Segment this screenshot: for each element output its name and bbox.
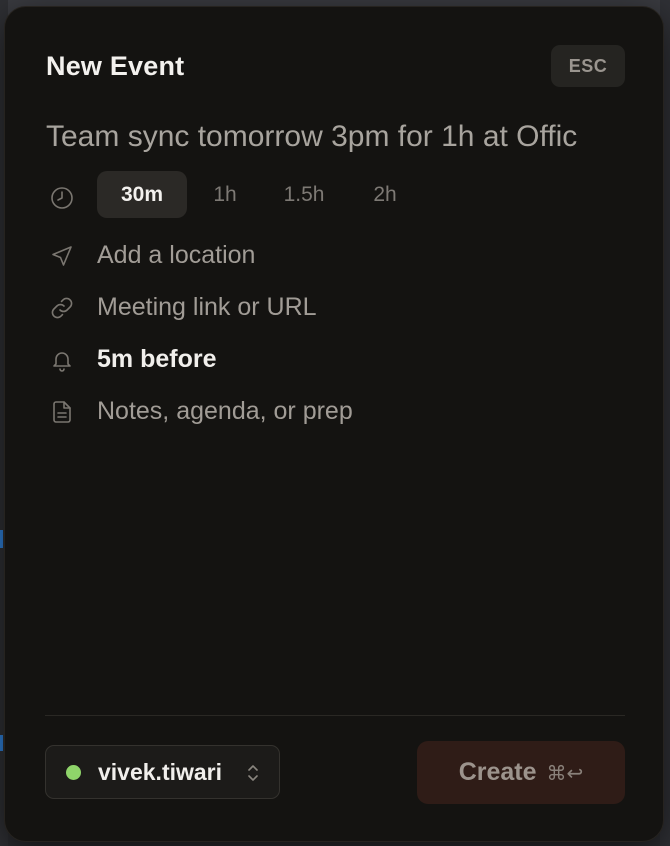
account-switcher[interactable]: vivek.tiwari: [45, 745, 280, 799]
dialog-title: New Event: [46, 51, 185, 81]
account-status-dot: [66, 765, 81, 780]
account-name: vivek.tiwari: [98, 759, 223, 785]
event-title-input[interactable]: [46, 115, 631, 159]
clock-icon: [49, 185, 75, 211]
link-icon: [49, 295, 75, 321]
new-event-dialog: New Event ESC 30m 1h 1.5h 2h Add a locat…: [4, 6, 664, 842]
notes-field[interactable]: Notes, agenda, or prep: [97, 397, 353, 426]
esc-close-button[interactable]: ESC: [551, 45, 625, 87]
bell-icon: [49, 347, 75, 373]
meeting-link-field[interactable]: Meeting link or URL: [97, 293, 317, 322]
create-label: Create: [458, 758, 537, 786]
reminder-field[interactable]: 5m before: [97, 345, 216, 374]
duration-option-1-5h[interactable]: 1.5h: [269, 171, 339, 218]
document-icon: [49, 399, 75, 425]
background-accent: [0, 735, 3, 751]
footer-divider: [45, 715, 625, 716]
duration-option-1h[interactable]: 1h: [201, 171, 249, 218]
duration-option-30m[interactable]: 30m: [97, 171, 187, 218]
create-shortcut: ⌘↩: [546, 760, 584, 785]
background-accent: [0, 530, 3, 548]
location-field[interactable]: Add a location: [97, 241, 255, 270]
create-button[interactable]: Create ⌘↩: [417, 741, 625, 804]
navigation-arrow-icon: [49, 243, 75, 269]
chevron-up-down-icon: [245, 762, 261, 784]
duration-option-2h[interactable]: 2h: [359, 171, 411, 218]
